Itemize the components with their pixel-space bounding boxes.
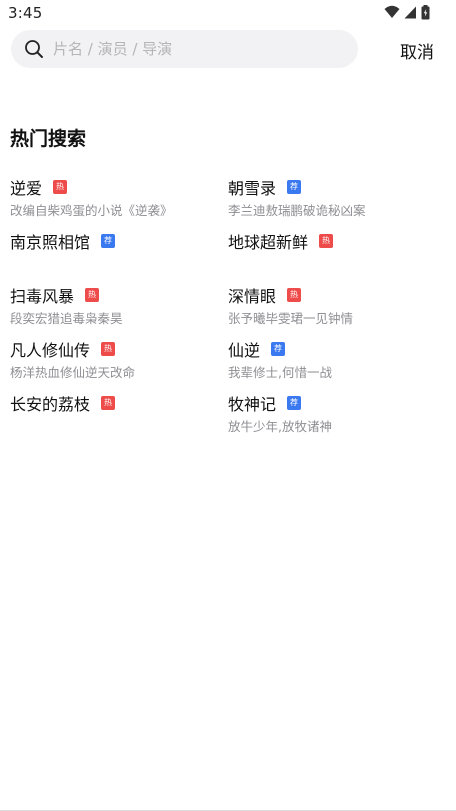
hot-item-title: 长安的荔枝	[10, 395, 91, 414]
hot-item-desc: 我辈修士,何惜一战	[228, 365, 332, 380]
hot-item-desc: 段奕宏猎追毒枭秦昊	[10, 311, 123, 326]
hot-badge: 热	[287, 288, 302, 302]
hot-item-title: 深情眼	[228, 287, 277, 306]
hot-search-item[interactable]: 仙逆 荐 我辈修士,何惜一战	[228, 338, 438, 381]
search-icon	[25, 40, 43, 58]
hot-item-title: 牧神记	[228, 395, 277, 414]
hot-search-item[interactable]: 南京照相馆 荐	[10, 230, 220, 252]
search-input[interactable]	[53, 30, 348, 68]
hot-item-title: 扫毒风暴	[10, 287, 75, 306]
hot-search-item[interactable]: 深情眼 热 张予曦毕雯珺一见钟情	[228, 284, 438, 327]
hot-badge: 热	[101, 396, 116, 410]
hot-badge: 热	[85, 288, 100, 302]
wifi-icon	[384, 5, 400, 18]
recommend-badge: 荐	[287, 396, 302, 410]
signal-icon	[404, 6, 416, 18]
app-screen: 3:45 取消 热门搜索 逆爱 热 改编自柴鸡蛋的小	[0, 0, 456, 811]
recommend-badge: 荐	[287, 180, 302, 194]
hot-badge: 热	[53, 180, 68, 194]
cancel-button[interactable]: 取消	[400, 38, 434, 63]
hot-badge: 热	[101, 342, 116, 356]
search-bar[interactable]	[11, 30, 358, 68]
recommend-badge: 荐	[101, 234, 116, 248]
hot-search-item[interactable]: 牧神记 荐 放牛少年,放牧诸神	[228, 392, 438, 435]
hot-search-item[interactable]: 凡人修仙传 热 杨洋热血修仙逆天改命	[10, 338, 220, 381]
status-time: 3:45	[8, 4, 43, 22]
hot-item-desc: 改编自柴鸡蛋的小说《逆袭》	[10, 203, 173, 218]
hot-search-item[interactable]: 朝雪录 荐 李兰迪敖瑞鹏破诡秘凶案	[228, 176, 438, 219]
hot-item-desc: 放牛少年,放牧诸神	[228, 419, 332, 434]
hot-item-title: 地球超新鲜	[228, 233, 309, 252]
recommend-badge: 荐	[271, 342, 286, 356]
hot-search-item[interactable]: 逆爱 热 改编自柴鸡蛋的小说《逆袭》	[10, 176, 220, 219]
hot-search-title: 热门搜索	[10, 128, 87, 150]
hot-item-title: 逆爱	[10, 179, 43, 198]
hot-item-title: 南京照相馆	[10, 233, 91, 252]
battery-icon	[421, 4, 430, 19]
hot-item-title: 仙逆	[228, 341, 261, 360]
hot-item-desc: 李兰迪敖瑞鹏破诡秘凶案	[228, 203, 366, 218]
hot-badge: 热	[319, 234, 334, 248]
hot-item-title: 朝雪录	[228, 179, 277, 198]
status-icons	[384, 4, 430, 20]
hot-search-item[interactable]: 长安的荔枝 热	[10, 392, 220, 414]
hot-item-desc: 张予曦毕雯珺一见钟情	[228, 311, 354, 326]
hot-item-title: 凡人修仙传	[10, 341, 91, 360]
hot-search-item[interactable]: 扫毒风暴 热 段奕宏猎追毒枭秦昊	[10, 284, 220, 327]
hot-item-desc: 杨洋热血修仙逆天改命	[10, 365, 136, 380]
status-bar: 3:45	[0, 0, 456, 26]
hot-search-item[interactable]: 地球超新鲜 热	[228, 230, 438, 252]
